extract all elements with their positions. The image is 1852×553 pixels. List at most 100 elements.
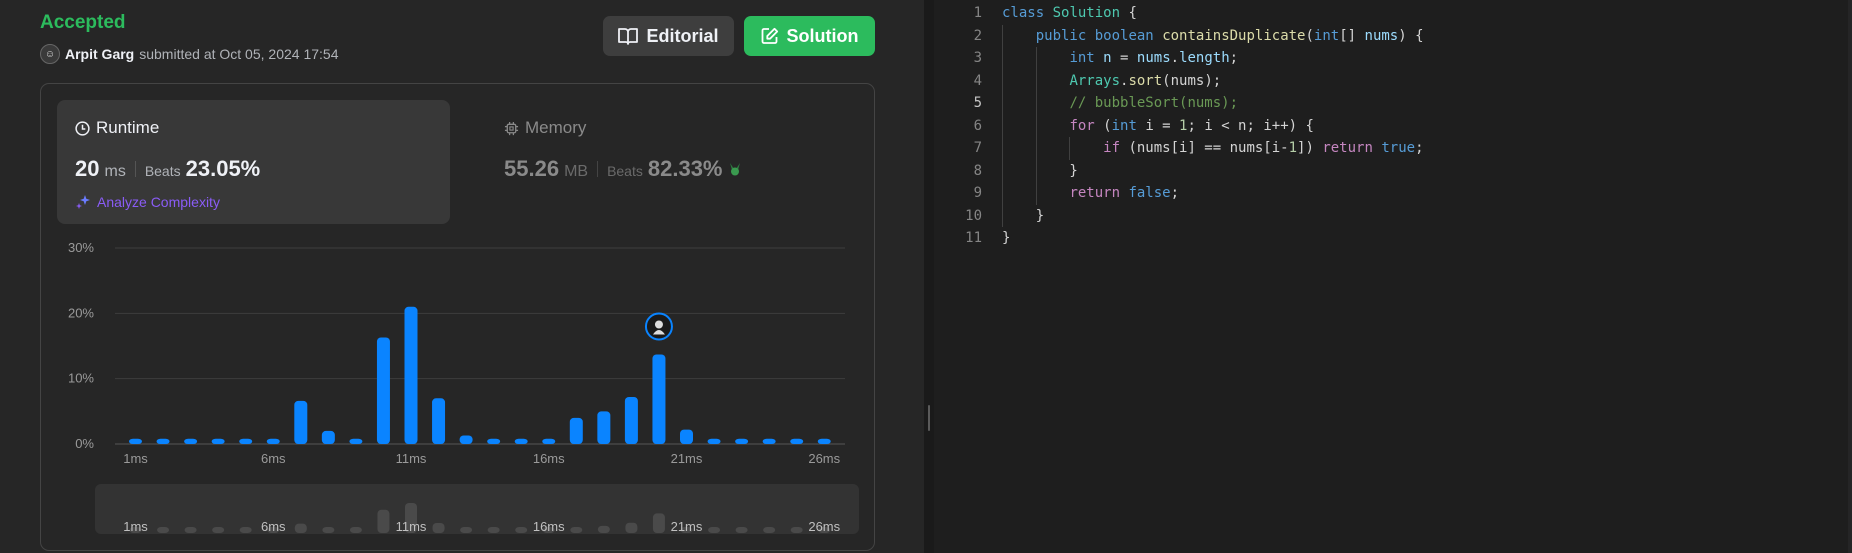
code-token: ) { <box>1398 27 1424 44</box>
line-content: } <box>982 227 1010 250</box>
chart-bar[interactable] <box>266 438 280 444</box>
navigator-bar <box>349 527 362 533</box>
code-token: } <box>1002 207 1045 224</box>
chart-bar[interactable] <box>432 398 446 444</box>
code-token: ; <box>1229 50 1239 66</box>
submission-panel: Accepted ☺ Arpit Garg submitted at Oct 0… <box>0 0 924 553</box>
chart-bar[interactable] <box>735 438 749 444</box>
code-line[interactable]: 1 class Solution { <box>934 2 1424 25</box>
chart-bar[interactable] <box>762 438 776 444</box>
range-navigator[interactable] <box>95 484 859 534</box>
code-line[interactable]: 10 } <box>934 204 1424 227</box>
code-line[interactable]: 3 int n = nums.length; <box>934 47 1424 70</box>
code-token: (nums); <box>1162 72 1222 89</box>
scrollbar-track[interactable] <box>1848 0 1852 553</box>
x-tick-label: 1ms <box>123 451 148 466</box>
navigator-bar <box>708 527 721 533</box>
line-number: 3 <box>973 50 982 66</box>
chart-bar[interactable] <box>349 438 363 444</box>
indent-guide <box>1035 114 1037 137</box>
code-lines[interactable]: 1 class Solution {2 public boolean contai… <box>934 2 1424 250</box>
code-token: nums <box>1136 50 1171 66</box>
navigator-tick-label: 16ms <box>533 519 565 534</box>
chart-bar[interactable] <box>156 438 170 444</box>
runtime-distribution-chart[interactable]: 0% 10% 20% 30% 1ms 6ms 11ms 16ms 21ms 26ms 1ms 6ms 1… <box>0 0 924 553</box>
chart-bar[interactable] <box>239 438 253 444</box>
code-editor[interactable]: 1 class Solution {2 public boolean contai… <box>934 0 1852 553</box>
chart-bar[interactable] <box>129 438 142 444</box>
indent-guide <box>1002 24 1003 47</box>
code-line[interactable]: 2 public boolean containsDuplicate(int[]… <box>934 24 1424 47</box>
line-number: 11 <box>965 230 982 246</box>
chart-bar[interactable] <box>376 337 390 444</box>
chart-bar[interactable] <box>707 438 721 444</box>
code-token: { <box>1120 5 1137 21</box>
code-token: ]) <box>1297 140 1323 156</box>
code-token: boolean <box>1094 27 1154 44</box>
line-number: 2 <box>973 27 982 44</box>
line-content: for (int i = 1; i < n; i++) { <box>982 114 1314 137</box>
chart-bar[interactable] <box>459 435 473 444</box>
chart-bar[interactable] <box>514 438 528 444</box>
indent-guide <box>1035 159 1037 182</box>
navigator-bar <box>735 527 748 533</box>
y-tick-label: 0% <box>75 436 94 451</box>
chart-bar[interactable] <box>652 354 666 444</box>
code-line[interactable]: 5 // bubbleSort(nums); <box>934 92 1424 115</box>
code-line[interactable]: 6 for (int i = 1; i < n; i++) { <box>934 114 1424 137</box>
code-token: = <box>1111 50 1137 66</box>
chart-bar[interactable] <box>184 438 198 444</box>
resize-grip[interactable] <box>928 405 930 431</box>
code-token: 1 <box>1288 140 1298 156</box>
indent-guide <box>1002 182 1003 205</box>
chart-bar[interactable] <box>321 430 335 444</box>
code-token: } <box>1002 162 1078 179</box>
panel-resizer[interactable] <box>924 0 934 553</box>
chart-bar[interactable] <box>680 429 693 444</box>
code-token: // bubbleSort(nums); <box>1069 95 1239 111</box>
x-tick-label: 6ms <box>261 451 286 466</box>
indent-guide <box>1002 204 1003 227</box>
line-content: if (nums[i] == nums[i-1]) return true; <box>982 137 1424 160</box>
chart-bar[interactable] <box>487 438 501 444</box>
chart-bar[interactable] <box>790 438 804 444</box>
code-line[interactable]: 7 if (nums[i] == nums[i-1]) return true; <box>934 137 1424 160</box>
code-token: ( <box>1094 117 1112 134</box>
code-line[interactable]: 11} <box>934 227 1424 250</box>
chart-bar[interactable] <box>597 411 611 444</box>
chart-bar[interactable] <box>294 400 308 444</box>
code-line[interactable]: 4 Arrays.sort(nums); <box>934 69 1424 92</box>
code-line[interactable]: 9 return false; <box>934 182 1424 205</box>
code-token: . <box>1170 50 1180 66</box>
chart-bar[interactable] <box>211 438 225 444</box>
navigator-bar <box>239 527 252 533</box>
indent-guide <box>1035 137 1037 160</box>
line-number: 6 <box>973 117 982 134</box>
chart-bar[interactable] <box>624 396 638 444</box>
indent-guide <box>1035 92 1037 115</box>
line-number: 5 <box>973 95 982 111</box>
chart-bar[interactable] <box>569 417 583 444</box>
code-token: ; <box>1415 140 1424 156</box>
line-number: 1 <box>973 5 982 21</box>
navigator-bar <box>790 527 803 533</box>
code-token: nums <box>1364 27 1399 44</box>
chart-bar[interactable] <box>542 438 556 444</box>
navigator-bar <box>515 527 528 533</box>
line-content: // bubbleSort(nums); <box>982 92 1238 115</box>
chart-bar[interactable] <box>817 438 831 444</box>
code-line[interactable]: 8 } <box>934 159 1424 182</box>
code-token: length <box>1179 50 1230 66</box>
code-token: [] <box>1339 27 1365 44</box>
indent-guide <box>1035 182 1037 205</box>
navigator-bar <box>294 523 307 533</box>
x-tick-label: 16ms <box>533 451 565 466</box>
chart-bar[interactable] <box>404 306 418 444</box>
x-tick-label: 26ms <box>808 451 840 466</box>
y-tick-label: 30% <box>68 240 94 255</box>
line-content: Arrays.sort(nums); <box>982 69 1222 92</box>
